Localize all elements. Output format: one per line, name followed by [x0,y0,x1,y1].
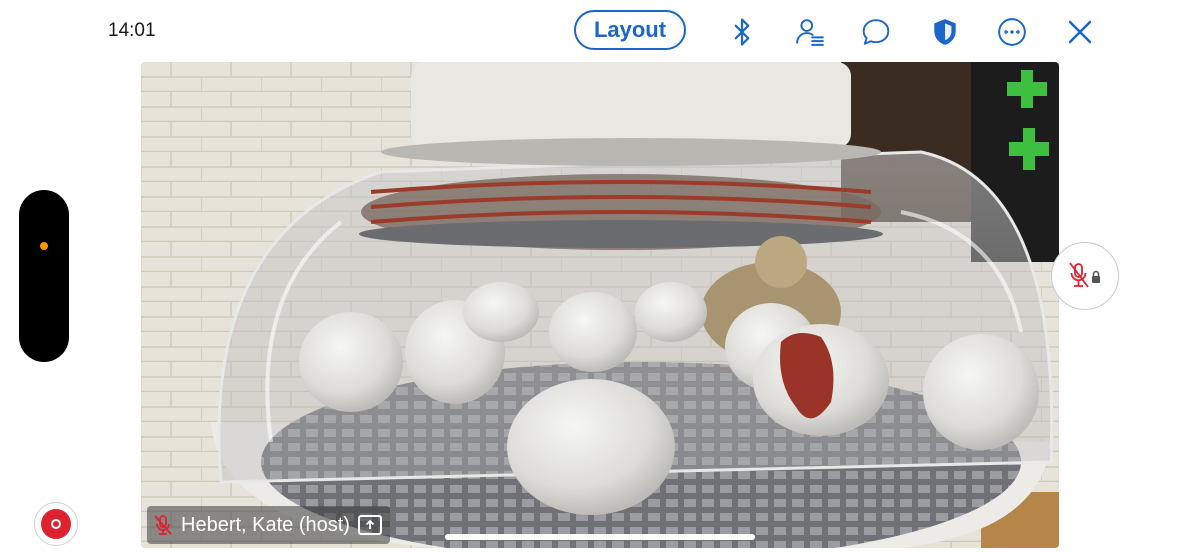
side-handle[interactable] [19,190,69,362]
layout-button[interactable]: Layout [574,10,686,50]
close-icon[interactable] [1062,14,1098,50]
mic-muted-icon [154,515,172,535]
more-icon[interactable] [994,14,1030,50]
security-shield-icon[interactable] [927,14,963,50]
home-indicator[interactable] [445,534,755,540]
mic-muted-lock-icon [1069,262,1100,288]
participant-name-tag: Hebert, Kate (host) [147,506,390,544]
participants-icon[interactable] [792,14,828,50]
record-button[interactable] [34,502,78,546]
record-icon [41,509,71,539]
status-time: 14:01 [108,20,156,41]
activity-indicator-dot [40,242,48,250]
share-arrow-icon[interactable] [357,515,382,535]
mic-locked-button[interactable] [1051,242,1119,310]
incubator-video-image [141,62,1059,548]
chat-icon[interactable] [858,14,894,50]
meeting-toolbar: Layout [560,8,1200,56]
bluetooth-icon[interactable] [724,14,760,50]
participant-name: Hebert, Kate (host) [181,513,350,536]
video-feed[interactable]: Hebert, Kate (host) [141,62,1059,548]
